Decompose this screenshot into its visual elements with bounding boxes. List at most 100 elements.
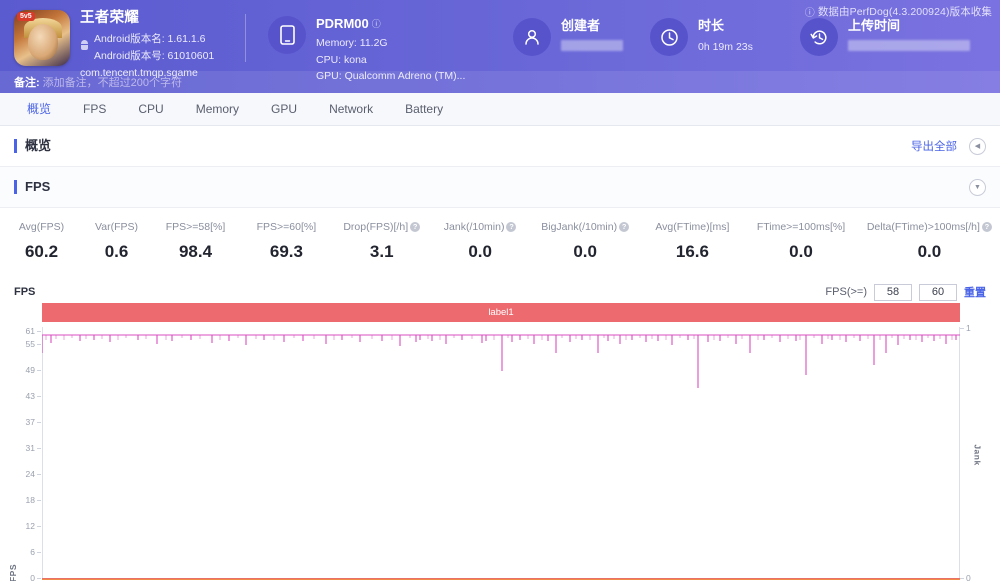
info-icon: ⓘ <box>804 8 815 19</box>
device-model: PDRM00 <box>316 16 369 31</box>
phone-icon-svg <box>279 25 295 45</box>
device-info-icon[interactable]: ⓘ <box>372 19 381 31</box>
metric-value-text: 16.6 <box>675 242 709 261</box>
y-tick: 6 <box>30 547 41 557</box>
android-icon <box>80 38 89 50</box>
y2-tick: 1 <box>960 323 971 333</box>
tab-network[interactable]: Network <box>313 93 389 125</box>
export-all-button[interactable]: 导出全部 <box>911 138 957 154</box>
duration-block: 时长 0h 19m 23s <box>650 18 753 56</box>
perfdog-version-text: 数据由PerfDog(4.3.200924)版本收集 <box>817 6 992 18</box>
help-icon[interactable]: ? <box>506 222 517 232</box>
remark-placeholder[interactable]: 添加备注，不超过200个字符 <box>43 74 182 90</box>
metric-value-text: 0.0 <box>917 242 942 261</box>
y-tick: 24 <box>25 469 42 479</box>
tab-cpu[interactable]: CPU <box>122 93 179 125</box>
metric-var-fps: Var(FPS) 0.6 <box>83 221 150 262</box>
metric-value-text: 0.0 <box>789 242 813 261</box>
remark-bar[interactable]: 备注: 添加备注，不超过200个字符 <box>0 71 1000 93</box>
y-axis-left: FPS 61 55 49 43 37 31 24 18 12 6 0 <box>0 326 42 581</box>
metric-fps-ge-58: FPS>=58[%] 98.4 <box>150 221 241 262</box>
metric-avg-ftime: Avg(FTime)[ms] 16.6 <box>642 221 744 262</box>
upload-time-value-redacted <box>848 39 970 51</box>
plot-area[interactable]: 1 0 Jank <box>42 323 982 581</box>
clock-icon <box>650 18 688 56</box>
y-tick: 31 <box>25 443 42 453</box>
fps-threshold-low-input[interactable] <box>874 283 912 301</box>
metric-label-text: FPS>=58[%] <box>165 221 226 233</box>
metric-value-text: 3.1 <box>369 242 394 261</box>
tab-memory[interactable]: Memory <box>180 93 255 125</box>
metric-label-text: Var(FPS) <box>95 221 138 233</box>
fps-section-header: FPS ▼ <box>0 167 1000 208</box>
tab-overview[interactable]: 概览 <box>11 93 67 125</box>
metric-drop-fps: Drop(FPS)[/h] ? 3.1 <box>332 221 432 262</box>
duration-label: 时长 <box>698 18 725 33</box>
metric-value-text: 98.4 <box>178 242 213 261</box>
metric-label-text: Avg(FTime)[ms] <box>655 221 730 233</box>
series-fps-line <box>42 334 960 388</box>
device-memory: Memory: 11.2G <box>316 36 388 49</box>
device-cpu: CPU: kona <box>316 53 367 66</box>
fps-threshold-high-input[interactable] <box>919 283 957 301</box>
metric-value-text: 69.3 <box>269 242 303 261</box>
y2-tick: 0 <box>960 573 971 581</box>
metric-fps-ge-60: FPS>=60[%] 69.3 <box>241 221 332 262</box>
page-title: 概览 <box>14 139 51 153</box>
metric-label-text: FPS>=60[%] <box>256 221 317 233</box>
creator-value-redacted <box>561 39 623 51</box>
chart-title: FPS <box>14 286 36 298</box>
y-tick: 18 <box>25 495 42 505</box>
y-tick: 12 <box>25 521 42 531</box>
tab-fps[interactable]: FPS <box>67 93 122 125</box>
chart-toolbar: FPS FPS(>=) 重置 <box>0 281 1000 303</box>
user-icon <box>513 18 551 56</box>
history-icon-svg <box>809 29 827 44</box>
chevron-down-icon[interactable]: ▼ <box>969 178 986 196</box>
help-icon[interactable]: ? <box>981 222 992 232</box>
remark-label: 备注: <box>14 77 40 89</box>
y-axis-label: FPS <box>8 563 19 581</box>
metric-value-text: 0.0 <box>468 242 492 261</box>
metric-avg-fps: Avg(FPS) 60.2 <box>0 221 83 262</box>
metric-bigjank: BigJank(/10min) ? 0.0 <box>529 221 642 262</box>
app-version-name: Android版本名: 1.61.1.6 <box>94 33 206 46</box>
metric-label-text: Delta(FTime)>100ms[/h] <box>866 221 980 233</box>
scene-label-text: label1 <box>488 307 514 318</box>
header-divider <box>245 14 246 62</box>
main-tabbar: 概览 FPS CPU Memory GPU Network Battery <box>0 93 1000 126</box>
metric-value-text: 60.2 <box>24 242 59 261</box>
y-tick: 61 <box>25 326 42 336</box>
upload-time-label: 上传时间 <box>848 18 901 33</box>
creator-label: 创建者 <box>561 18 601 33</box>
y-tick: 37 <box>25 417 42 427</box>
user-icon-svg <box>525 29 539 45</box>
app-version-code: Android版本号: 61010601 <box>94 49 215 62</box>
reset-button[interactable]: 重置 <box>964 284 986 300</box>
y-tick: 0 <box>30 573 41 581</box>
y-tick: 55 <box>25 339 42 349</box>
perfdog-version-note: ⓘ 数据由PerfDog(4.3.200924)版本收集 <box>805 4 992 19</box>
fps-threshold-filter: FPS(>=) 重置 <box>825 283 986 301</box>
help-icon[interactable]: ? <box>410 222 421 232</box>
fps-chart: FPS FPS(>=) 重置 label1 FPS 61 55 49 43 37… <box>0 278 1000 581</box>
chevron-left-icon[interactable]: ◀ <box>969 137 986 155</box>
scene-label-bar[interactable]: label1 <box>42 303 960 322</box>
app-icon-face <box>28 24 58 60</box>
upload-time-block: 上传时间 <box>800 18 978 56</box>
metric-delta-ftime: Delta(FTime)>100ms[/h] ? 0.0 <box>859 221 1000 262</box>
duration-value: 0h 19m 23s <box>698 40 753 53</box>
app-icon: 5v5 <box>14 10 70 66</box>
app-header: ⓘ 数据由PerfDog(4.3.200924)版本收集 5v5 王者荣耀 An… <box>0 0 1000 93</box>
help-icon[interactable]: ? <box>619 222 630 232</box>
tab-gpu[interactable]: GPU <box>255 93 313 125</box>
metric-label-text: Drop(FPS)[/h] <box>343 221 409 233</box>
metric-value-text: 0.6 <box>104 242 129 261</box>
fps-section-title: FPS <box>14 180 50 194</box>
overview-section-header: 概览 导出全部 ◀ <box>0 126 1000 167</box>
y2-axis-label: Jank <box>972 444 983 466</box>
clock-icon-svg <box>660 28 678 46</box>
series-jank-line <box>42 579 960 580</box>
app-icon-badge: 5v5 <box>17 12 35 21</box>
tab-battery[interactable]: Battery <box>389 93 459 125</box>
